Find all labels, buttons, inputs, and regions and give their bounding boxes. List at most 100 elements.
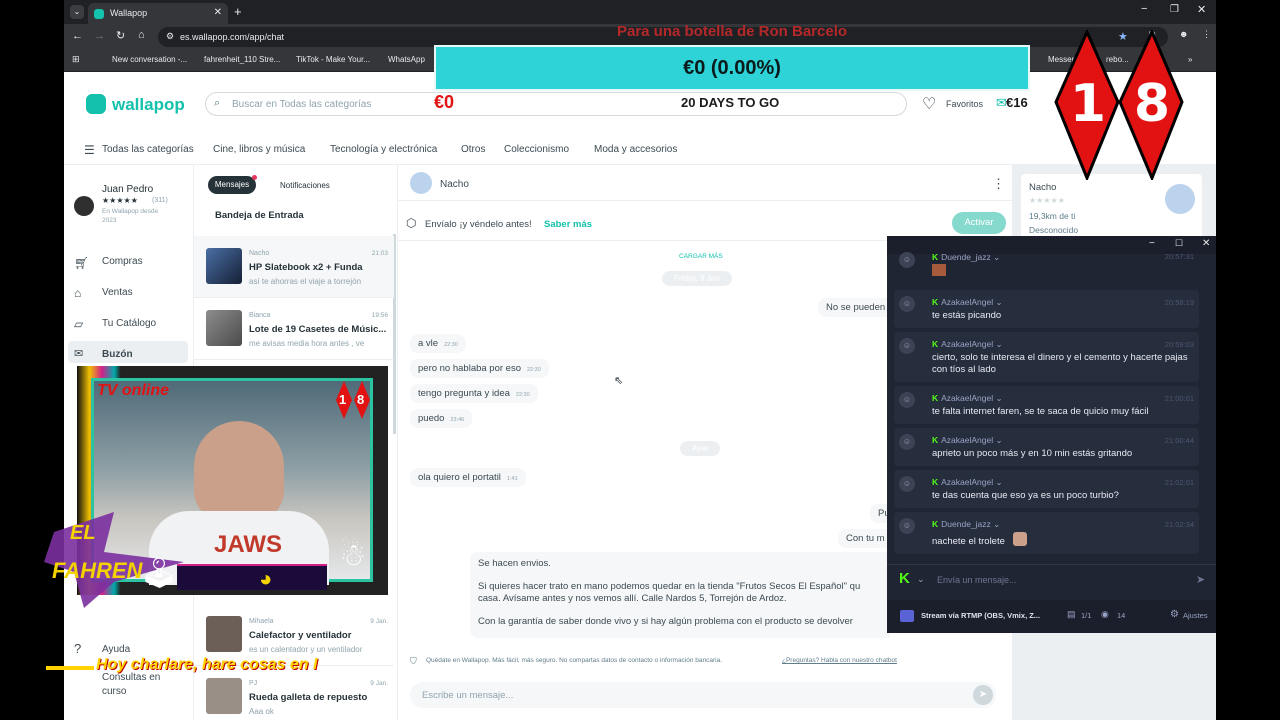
cam-badge-2: 8 bbox=[357, 392, 365, 407]
age-badge-digit-1: 1 bbox=[1069, 74, 1107, 134]
search-placeholder: Buscar en Todas las categorías bbox=[232, 99, 372, 110]
category-cine[interactable]: Cine, libros y música bbox=[213, 144, 305, 155]
tab-messages[interactable]: Mensajes bbox=[208, 176, 256, 194]
sidebar-item-catalogo[interactable]: Tu Catálogo bbox=[102, 318, 156, 329]
chatbot-link[interactable]: ¿Preguntas? Habla con nuestro chatbot bbox=[782, 657, 897, 664]
send-icon[interactable]: ➤ bbox=[1196, 573, 1205, 586]
stream-source[interactable]: Stream vía RTMP (OBS, Vmix, Z... bbox=[921, 611, 1040, 620]
user-avatar-icon: ☺ bbox=[899, 392, 915, 408]
close-window-icon[interactable]: ✕ bbox=[1197, 3, 1206, 16]
new-tab-icon[interactable]: + bbox=[234, 4, 242, 19]
load-more-link[interactable]: CARGAR MÁS bbox=[679, 253, 723, 260]
contact-card-avatar[interactable] bbox=[1165, 184, 1195, 214]
profile-name[interactable]: Juan Pedro bbox=[102, 184, 153, 195]
chat-contact-name[interactable]: Nacho bbox=[440, 179, 469, 190]
promo-link[interactable]: Saber más bbox=[544, 219, 592, 230]
chat-message-text: aprieto un poco más y en 10 min estás gr… bbox=[932, 448, 1133, 459]
conversation-from: Bianca bbox=[249, 312, 271, 319]
sidebar-item-compras[interactable]: Compras bbox=[102, 256, 143, 267]
tab-notifications[interactable]: Notificaciones bbox=[280, 181, 330, 190]
member-since-year: 2023 bbox=[102, 217, 117, 224]
bookmark-item[interactable]: fahrenheit_110 Stre... bbox=[204, 55, 280, 64]
tab-search-icon[interactable]: ⌄ bbox=[70, 5, 84, 19]
activar-button[interactable]: Activar bbox=[952, 212, 1006, 234]
category-moda[interactable]: Moda y accesorios bbox=[594, 144, 677, 155]
wallapop-logo-icon[interactable] bbox=[86, 94, 106, 114]
bookmark-item[interactable]: TikTok - Make Your... bbox=[296, 55, 370, 64]
chat-username[interactable]: K Duende_jazz ⌄ bbox=[932, 519, 1000, 530]
conversation-title: Calefactor y ventilador bbox=[249, 630, 352, 641]
incoming-message: a vle 22:30 bbox=[410, 334, 466, 353]
conversation-thumb bbox=[206, 310, 242, 346]
chat-maximize-icon[interactable]: ☐ bbox=[1175, 238, 1183, 249]
sidebar-item-ayuda[interactable]: Ayuda bbox=[102, 644, 130, 655]
chat-input[interactable]: Envía un mensaje... bbox=[931, 570, 1191, 590]
chat-close-icon[interactable]: ✕ bbox=[1202, 238, 1210, 249]
wallapop-logo[interactable]: wallapop bbox=[112, 95, 185, 115]
sidebar-item-ventas[interactable]: Ventas bbox=[102, 287, 133, 298]
close-tab-icon[interactable]: ✕ bbox=[214, 7, 222, 18]
chevron-down-icon[interactable]: ⌄ bbox=[917, 574, 925, 585]
goal-bar: €0 (0.00%) bbox=[434, 45, 1030, 91]
bookmark-item[interactable]: New conversation -... bbox=[112, 55, 187, 64]
restore-icon[interactable]: ❐ bbox=[1170, 4, 1179, 15]
sidebar-item-buzon[interactable]: Buzón bbox=[102, 349, 133, 360]
outgoing-message-partial: Con tu m bbox=[838, 529, 893, 548]
kick-badge-icon: K bbox=[932, 252, 939, 262]
minimize-icon[interactable]: − bbox=[1141, 3, 1147, 15]
chat-username[interactable]: K Duende_jazz ⌄ bbox=[932, 252, 1000, 263]
conversation-item[interactable]: Bianca 19:56 Lote de 19 Casetes de Músic… bbox=[194, 298, 394, 360]
settings-button[interactable]: Ajustes bbox=[1183, 611, 1208, 620]
chat-input-placeholder: Envía un mensaje... bbox=[937, 575, 1017, 585]
neon-floor bbox=[177, 564, 327, 590]
bookmarks-overflow-icon[interactable]: » bbox=[1188, 55, 1192, 64]
kick-logo-icon[interactable]: K bbox=[899, 570, 910, 587]
chat-timestamp: 20:57:31 bbox=[1164, 252, 1194, 261]
menu-icon[interactable]: ☰ bbox=[84, 143, 95, 157]
send-button[interactable]: ➤ bbox=[973, 685, 993, 705]
message-input[interactable]: Escribe un mensaje... bbox=[410, 682, 996, 708]
chat-username[interactable]: K AzakaelAngel ⌄ bbox=[932, 339, 1003, 350]
chat-username-text: AzakaelAngel bbox=[941, 477, 994, 487]
chat-message: ☺ K AzakaelAngel ⌄ 20:58:19 te estás pica… bbox=[887, 296, 1216, 326]
category-tecnologia[interactable]: Tecnología y electrónica bbox=[330, 144, 437, 155]
conversation-snippet: Aaa ok bbox=[249, 707, 274, 716]
conversation-time: 19:56 bbox=[371, 312, 388, 319]
apps-grid-icon[interactable]: ⊞ bbox=[72, 54, 80, 65]
category-otros[interactable]: Otros bbox=[461, 144, 485, 155]
avatar[interactable] bbox=[74, 196, 94, 216]
conversation-item[interactable]: PJ 9 Jan. Rueda galleta de repuesto Aaa … bbox=[194, 666, 394, 720]
logo-line-2: FAHREN bbox=[52, 558, 143, 583]
category-all[interactable]: Todas las categorías bbox=[102, 144, 194, 155]
mail-icon: ✉ bbox=[74, 348, 84, 360]
message-text: pero no hablaba por eso bbox=[418, 363, 521, 374]
tv-online-label: TV online bbox=[97, 382, 169, 399]
home-icon[interactable]: ⌂ bbox=[138, 29, 145, 41]
sidebar-item-consultas-2: curso bbox=[102, 686, 127, 697]
divider bbox=[398, 200, 1012, 201]
more-options-icon[interactable]: ⋮ bbox=[992, 176, 1005, 192]
bookmark-item[interactable]: WhatsApp bbox=[388, 55, 425, 64]
chat-minimize-icon[interactable]: − bbox=[1149, 238, 1155, 249]
chat-username[interactable]: K AzakaelAngel ⌄ bbox=[932, 477, 1003, 488]
category-coleccionismo[interactable]: Coleccionismo bbox=[504, 144, 569, 155]
chat-username[interactable]: K AzakaelAngel ⌄ bbox=[932, 435, 1003, 446]
contact-card-name[interactable]: Nacho bbox=[1029, 182, 1056, 193]
favorites-link[interactable]: Favoritos bbox=[946, 99, 983, 109]
chat-username[interactable]: K AzakaelAngel ⌄ bbox=[932, 297, 1003, 308]
heart-icon[interactable]: ♡ bbox=[922, 94, 936, 114]
contact-avatar[interactable] bbox=[410, 172, 432, 194]
reload-icon[interactable]: ↻ bbox=[116, 29, 125, 42]
forward-icon[interactable]: → bbox=[94, 30, 105, 42]
browser-tab[interactable]: Wallapop ✕ bbox=[88, 3, 228, 24]
site-info-icon[interactable]: ⚙ bbox=[166, 31, 174, 42]
chat-username[interactable]: K AzakaelAngel ⌄ bbox=[932, 393, 1003, 404]
conversation-item[interactable]: Nacho 21:03 HP Slatebook x2 + Funda así … bbox=[194, 236, 394, 298]
tab-messages-label: Mensajes bbox=[214, 180, 250, 189]
search-field[interactable]: ⌕ Buscar en Todas las categorías bbox=[205, 92, 907, 116]
back-icon[interactable]: ← bbox=[72, 30, 83, 42]
catalog-icon: ▱ bbox=[74, 317, 84, 331]
incoming-message: ola quiero el portatil 1:41 bbox=[410, 468, 526, 487]
inbox-heading: Bandeja de Entrada bbox=[215, 210, 304, 221]
browser-menu-icon[interactable]: ⋮ bbox=[1202, 29, 1211, 40]
